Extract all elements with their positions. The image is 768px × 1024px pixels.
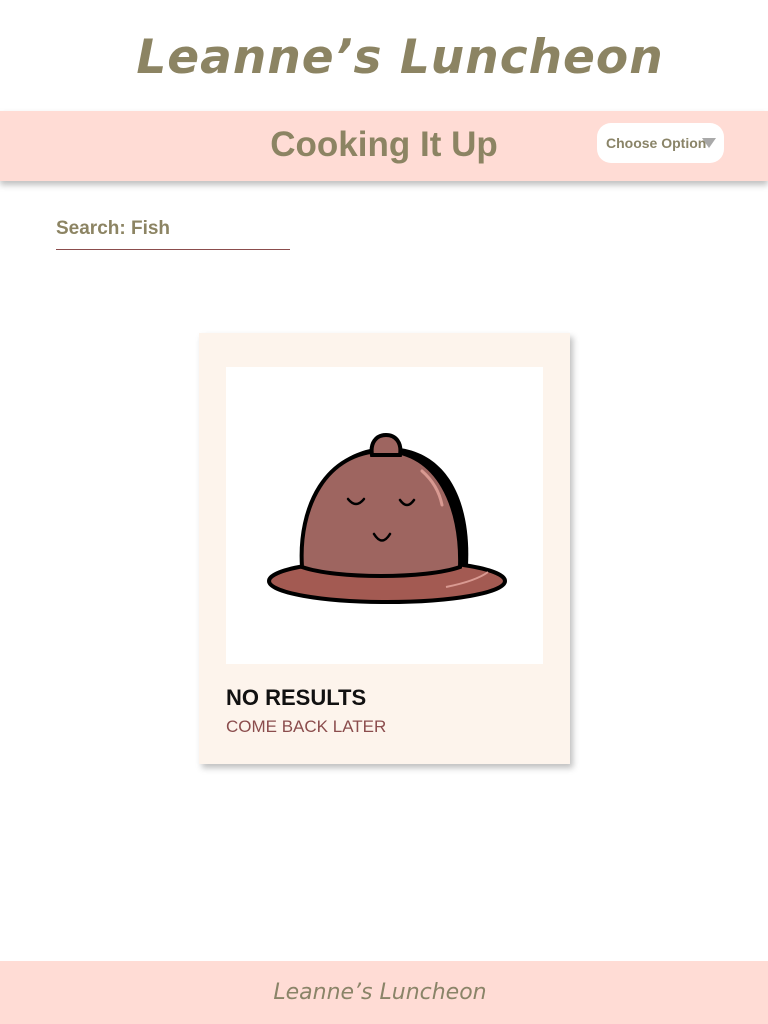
search-field[interactable]: Search: Fish	[56, 218, 290, 250]
result-title: NO RESULTS	[226, 685, 367, 710]
result-image	[226, 367, 543, 664]
result-subtitle: COME BACK LATER	[226, 717, 387, 736]
site-title: Leanne’s Luncheon	[136, 30, 664, 85]
choose-option-dropdown[interactable]: Choose Option	[597, 123, 724, 163]
dropdown-label: Choose Option	[606, 135, 707, 151]
page: Leanne’s Luncheon Cooking It Up Choose O…	[0, 0, 768, 1024]
dropdown-arrow-icon	[702, 138, 716, 148]
result-card: NO RESULTS COME BACK LATER	[199, 333, 570, 764]
footer-text: Leanne’s Luncheon	[273, 980, 487, 1005]
header-bar: Cooking It Up Choose Option	[0, 111, 768, 181]
search-label: Search: Fish	[56, 218, 171, 239]
footer: Leanne’s Luncheon	[0, 961, 768, 1024]
cloche-icon	[267, 432, 507, 604]
